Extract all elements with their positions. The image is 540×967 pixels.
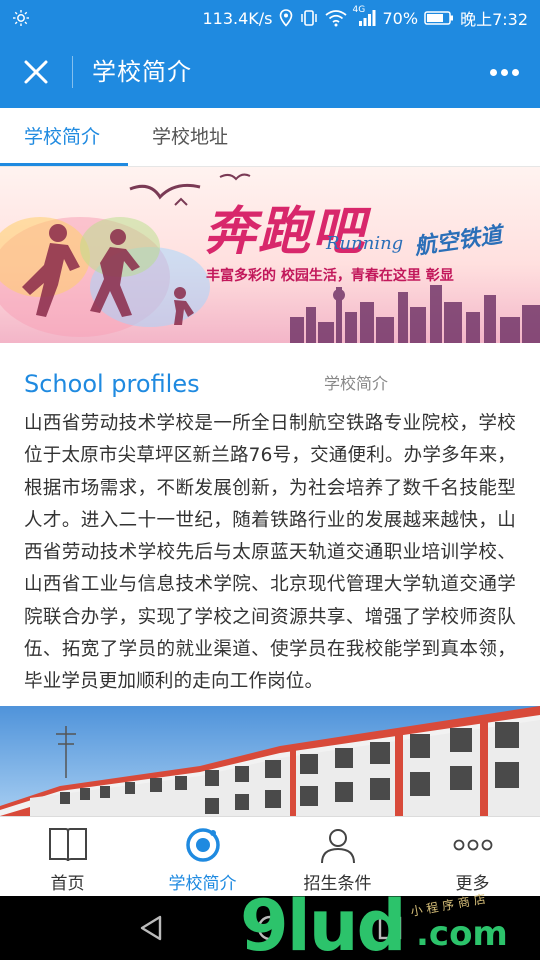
bottom-tab-label: 学校简介	[168, 874, 237, 894]
back-icon[interactable]	[136, 912, 168, 944]
banner-slogan: 丰富多彩的 校园生活，青春在这里 彰显	[206, 268, 454, 284]
wifi-icon	[324, 10, 347, 27]
battery-percent: 70%	[382, 8, 419, 28]
top-tabs: 学校简介 学校地址	[0, 108, 540, 167]
school-building-photo	[0, 706, 540, 818]
nav-divider	[72, 56, 73, 88]
section-header: School profiles 学校简介	[24, 366, 514, 402]
battery-icon	[424, 11, 454, 25]
active-tab-indicator	[0, 163, 128, 166]
bottom-tab-more[interactable]: 更多	[405, 817, 540, 897]
book-icon	[48, 828, 87, 862]
section-title: School profiles	[24, 370, 200, 398]
bottom-tab-home[interactable]: 首页	[0, 817, 135, 897]
circle-target-icon	[185, 828, 220, 862]
person-icon	[320, 829, 355, 864]
system-nav-bar: 9lud .com 小程序商店	[0, 886, 540, 966]
section-subtitle: 学校简介	[324, 374, 389, 393]
watermark-suffix: .com	[416, 914, 508, 954]
more-dots-icon	[453, 839, 492, 851]
tab-school-address[interactable]: 学校地址	[152, 108, 228, 166]
nav-bar: 学校简介	[0, 36, 540, 108]
more-options-button[interactable]	[486, 58, 522, 86]
dot-icon	[489, 68, 497, 76]
page-title: 学校简介	[92, 58, 192, 86]
school-intro-text: 山西省劳动技术学校是一所全日制航空铁路专业院校，学校位于太原市尖草坪区新兰路76…	[24, 413, 516, 693]
brightness-icon	[13, 10, 29, 26]
cellular-signal-icon: 4G	[353, 5, 377, 27]
watermark-logo: 9lud	[240, 885, 407, 967]
location-icon	[279, 9, 292, 27]
vibrate-icon	[300, 10, 317, 26]
dot-icon	[511, 68, 519, 76]
tab-school-intro[interactable]: 学校简介	[24, 108, 100, 166]
clock: 晚上7:32	[460, 10, 528, 29]
banner-english: Running	[326, 233, 404, 254]
dot-icon	[500, 68, 508, 76]
banner-image: 奔跑吧 Running 航空铁道 丰富多彩的 校园生活，青春在这里 彰显	[0, 167, 540, 343]
bottom-tab-label: 首页	[50, 874, 85, 894]
status-bar: 113.4K/s 4G 70% 晚上7:32	[0, 0, 540, 36]
close-icon	[24, 60, 48, 84]
close-button[interactable]	[18, 54, 54, 90]
network-speed: 113.4K/s	[202, 8, 273, 28]
